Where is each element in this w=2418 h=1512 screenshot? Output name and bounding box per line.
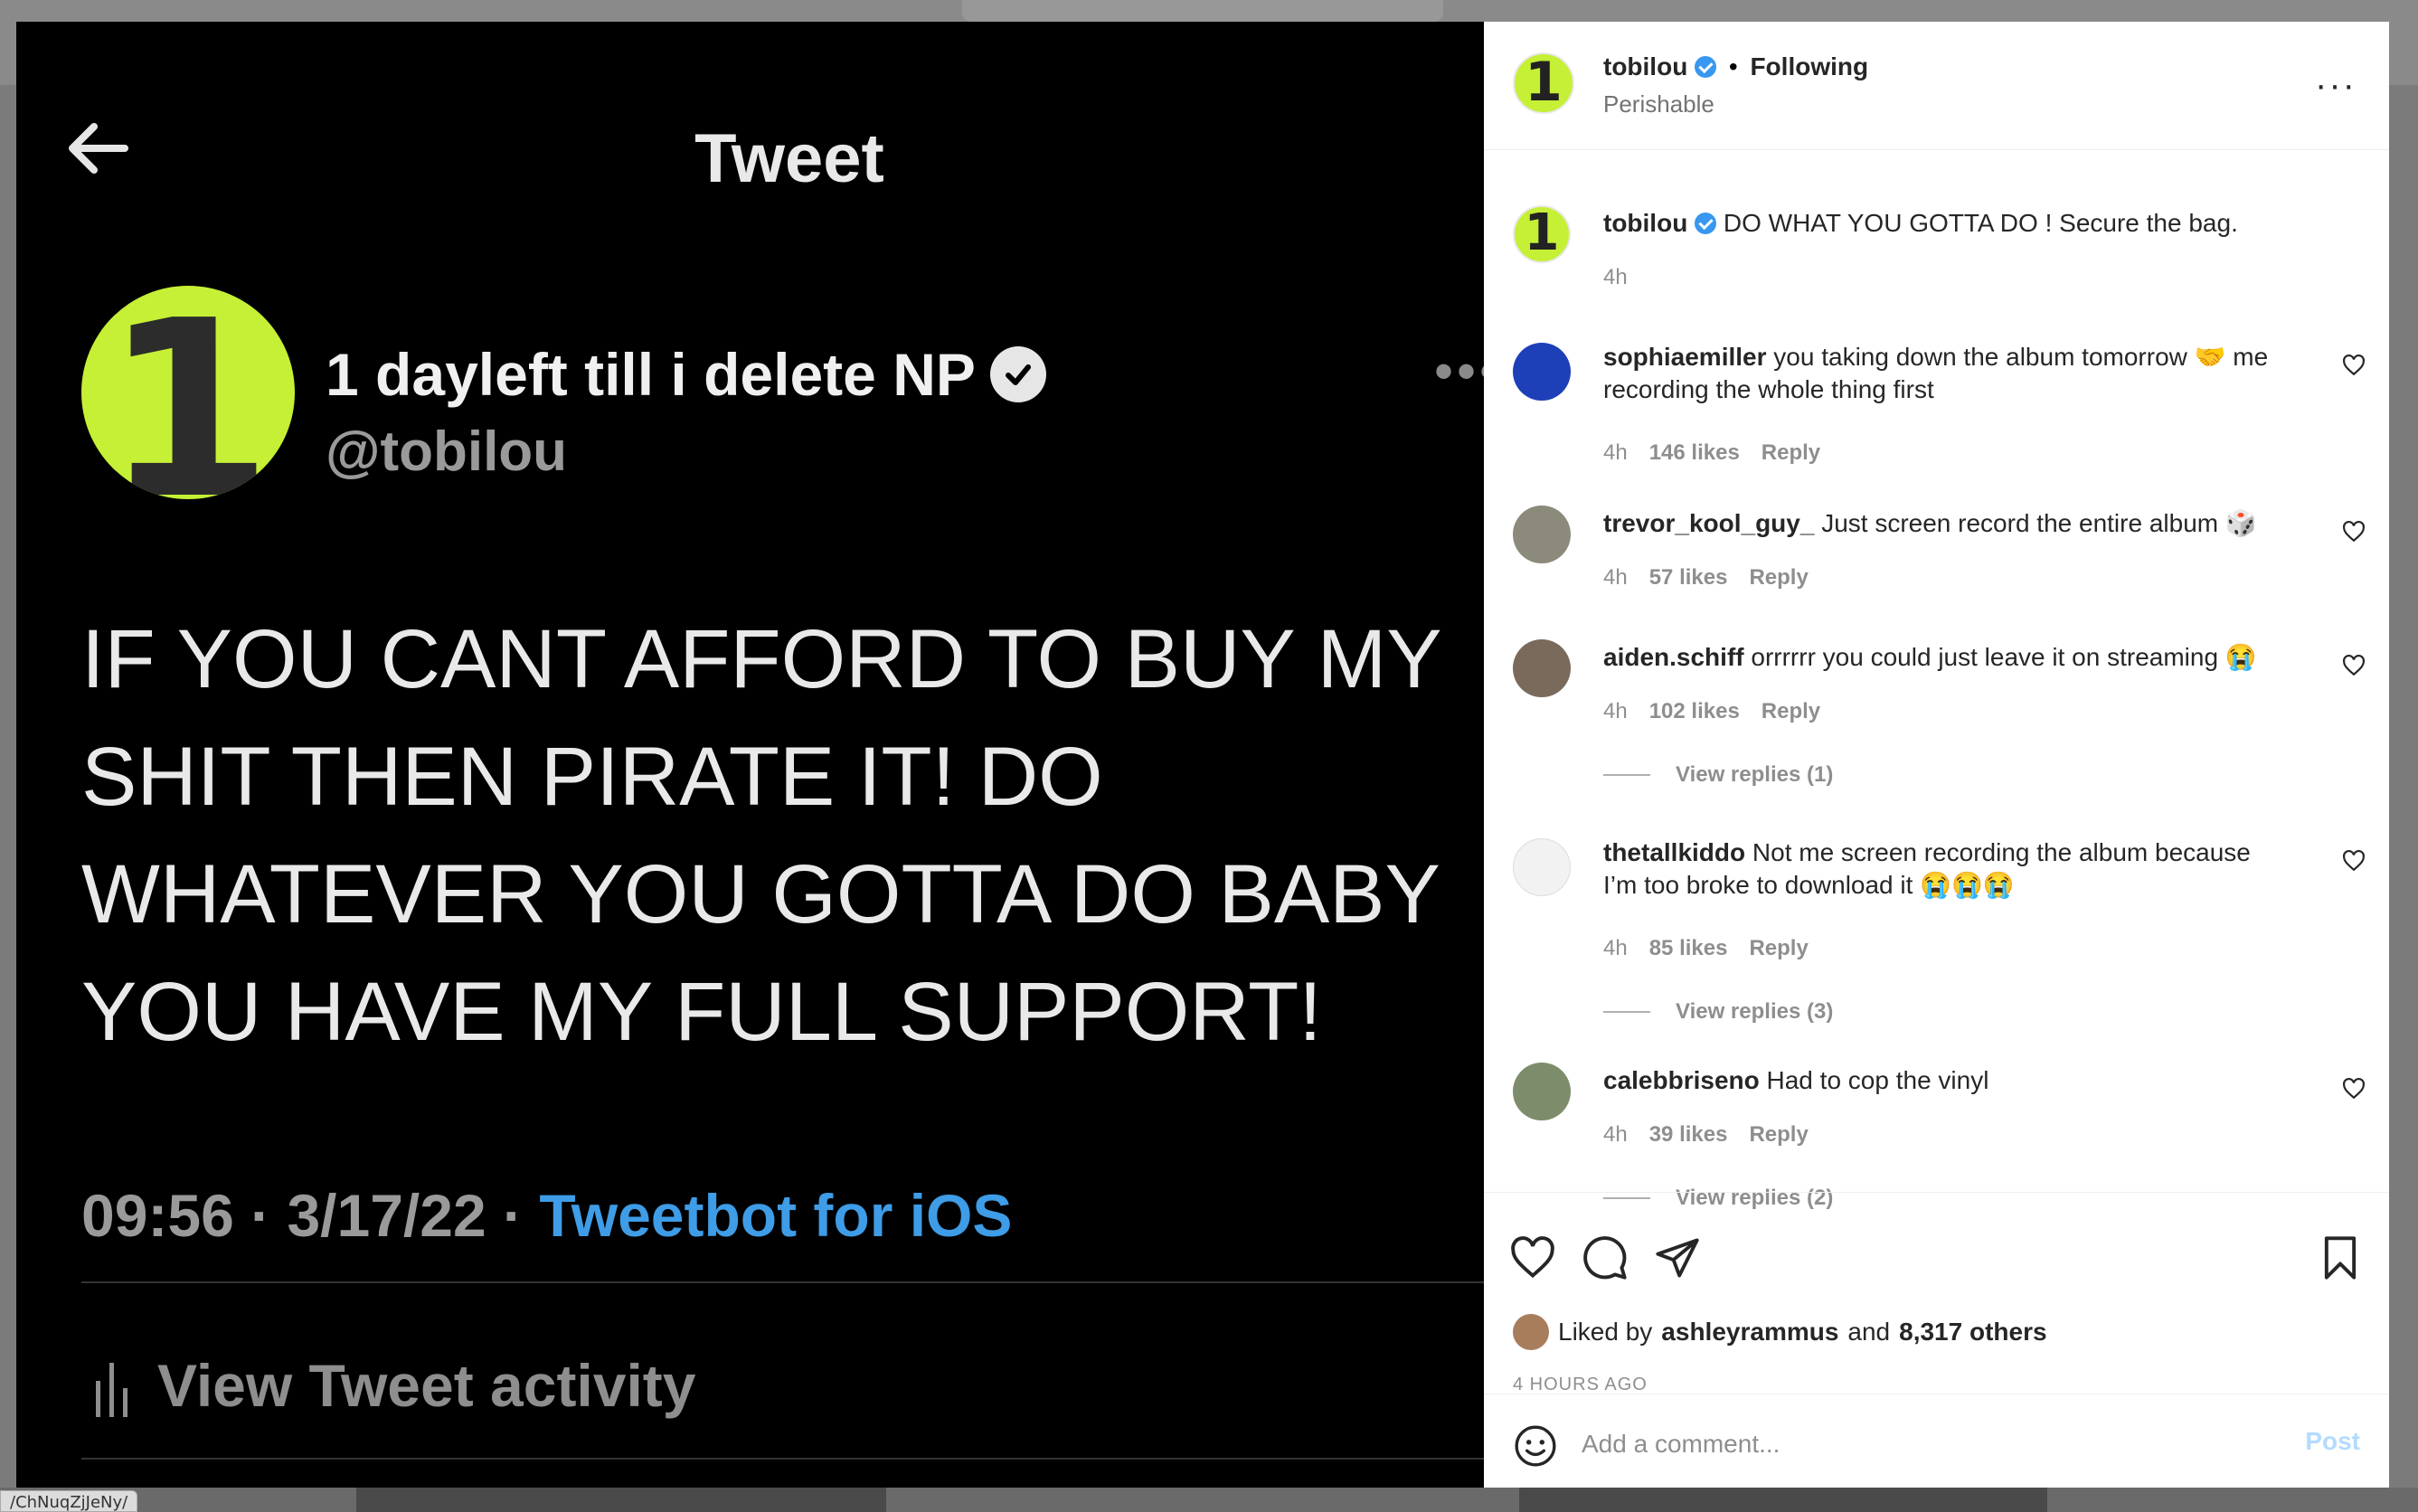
verified-check-icon bbox=[989, 346, 1046, 402]
verified-badge-icon bbox=[1695, 56, 1717, 78]
background-thumbnail bbox=[356, 1488, 886, 1512]
commenter-avatar[interactable] bbox=[1513, 1063, 1571, 1120]
comment-time: 4h bbox=[1603, 699, 1628, 723]
post-comment-button[interactable]: Post bbox=[2305, 1427, 2360, 1456]
tweet-handle: @tobilou bbox=[326, 421, 568, 483]
reply-button[interactable]: Reply bbox=[1749, 1122, 1808, 1148]
post-actions: Liked by ashleyrammus and 8,317 others 4… bbox=[1484, 1192, 2389, 1394]
background-thumbnail bbox=[1519, 1488, 2047, 1512]
status-bar-url: /ChNuqZjJeNy/ bbox=[0, 1490, 138, 1512]
background-search-bar bbox=[962, 0, 1443, 22]
comment-bubble-icon[interactable] bbox=[1582, 1234, 1629, 1281]
divider bbox=[81, 1281, 1484, 1283]
commenter-avatar[interactable] bbox=[1513, 343, 1571, 401]
tweet-more-icon: ••• bbox=[1434, 341, 1484, 402]
view-replies-button[interactable]: View replies (3) bbox=[1603, 999, 1833, 1025]
likes-summary: Liked by ashleyrammus and 8,317 others bbox=[1513, 1314, 2047, 1350]
emoji-icon[interactable] bbox=[1513, 1423, 1558, 1469]
comment-likes[interactable]: 57 likes bbox=[1649, 565, 1728, 591]
view-replies-button[interactable]: View replies (1) bbox=[1603, 762, 1833, 788]
reply-button[interactable]: Reply bbox=[1749, 936, 1808, 961]
like-comment-heart-icon[interactable] bbox=[2342, 354, 2366, 377]
comment-likes[interactable]: 102 likes bbox=[1649, 699, 1740, 724]
comment-input[interactable] bbox=[1582, 1422, 2269, 1467]
post-side-panel: 1 tobilou • Following Perishable ··· 1 t… bbox=[1484, 22, 2389, 1488]
add-comment-bar: Post bbox=[1484, 1394, 2389, 1488]
author-username[interactable]: tobilou bbox=[1603, 209, 1687, 237]
post-header: 1 tobilou • Following Perishable ··· bbox=[1484, 22, 2389, 150]
author-username[interactable]: tobilou bbox=[1603, 52, 1687, 80]
liker-avatar[interactable] bbox=[1513, 1314, 1549, 1350]
comment-time: 4h bbox=[1603, 936, 1628, 960]
commenter-username[interactable]: sophiaemiller bbox=[1603, 343, 1767, 371]
comment-time: 4h bbox=[1603, 565, 1628, 590]
commenter-username[interactable]: thetallkiddo bbox=[1603, 838, 1745, 866]
tweet-timestamp: 09:56 · 3/17/22 · Tweetbot for iOS bbox=[81, 1182, 1013, 1249]
verified-badge-icon bbox=[1695, 213, 1717, 234]
more-options-icon[interactable]: ··· bbox=[2315, 65, 2357, 106]
comment-likes[interactable]: 146 likes bbox=[1649, 440, 1740, 466]
comment-text: Had to cop the vinyl bbox=[1766, 1066, 1989, 1094]
reply-button[interactable]: Reply bbox=[1762, 440, 1820, 466]
author-avatar[interactable]: 1 bbox=[1513, 52, 1574, 114]
comment-text: orrrrrr you could just leave it on strea… bbox=[1751, 643, 2257, 671]
post-time-ago: 4 HOURS AGO bbox=[1513, 1375, 1648, 1394]
comment-likes[interactable]: 85 likes bbox=[1649, 936, 1728, 961]
commenter-avatar[interactable] bbox=[1513, 639, 1571, 697]
tweet-source: Tweetbot for iOS bbox=[539, 1182, 1013, 1249]
tweet-body: IF YOU CANT AFFORD TO BUY MY SHIT THEN P… bbox=[81, 613, 1440, 1058]
author-avatar[interactable]: 1 bbox=[1513, 205, 1571, 263]
following-button[interactable]: Following bbox=[1750, 52, 1868, 80]
comment-time: 4h bbox=[1603, 1122, 1628, 1147]
commenter-avatar[interactable] bbox=[1513, 506, 1571, 563]
reply-button[interactable]: Reply bbox=[1762, 699, 1820, 724]
share-send-icon[interactable] bbox=[1654, 1234, 1701, 1281]
commenter-username[interactable]: aiden.schiff bbox=[1603, 643, 1744, 671]
like-comment-heart-icon[interactable] bbox=[2342, 520, 2366, 543]
tweet-display-name: 1 dayleft till i delete NP bbox=[326, 340, 1046, 409]
save-bookmark-icon[interactable] bbox=[2317, 1234, 2364, 1281]
tweet-header-title: Tweet bbox=[694, 120, 884, 197]
caption-time: 4h bbox=[1603, 265, 1628, 289]
like-heart-icon[interactable] bbox=[1509, 1234, 1556, 1281]
tweet-avatar: 1 bbox=[81, 286, 295, 499]
like-comment-heart-icon[interactable] bbox=[2342, 1077, 2366, 1101]
bar-chart-icon bbox=[96, 1363, 128, 1417]
like-comment-heart-icon[interactable] bbox=[2342, 849, 2366, 873]
post-modal: Tweet 1 1 dayleft till i delete NP @tobi… bbox=[16, 22, 2389, 1488]
tweet-activity: View Tweet activity bbox=[94, 1351, 695, 1420]
comment-text: Just screen record the entire album 🎲 bbox=[1821, 509, 2257, 537]
post-media-image[interactable]: Tweet 1 1 dayleft till i delete NP @tobi… bbox=[16, 22, 1484, 1488]
post-header-line: tobilou • Following bbox=[1603, 52, 1869, 80]
commenter-username[interactable]: calebbriseno bbox=[1603, 1066, 1760, 1094]
caption-text: tobilou DO WHAT YOU GOTTA DO ! Secure th… bbox=[1603, 209, 2238, 237]
like-comment-heart-icon[interactable] bbox=[2342, 654, 2366, 677]
reply-button[interactable]: Reply bbox=[1749, 565, 1808, 591]
post-subtitle[interactable]: Perishable bbox=[1603, 90, 1714, 118]
comments-list[interactable]: 1 tobilou DO WHAT YOU GOTTA DO ! Secure … bbox=[1484, 151, 2389, 1209]
liker-username[interactable]: ashleyrammus bbox=[1661, 1318, 1838, 1347]
commenter-username[interactable]: trevor_kool_guy_ bbox=[1603, 509, 1814, 537]
comment-time: 4h bbox=[1603, 440, 1628, 465]
comment-likes[interactable]: 39 likes bbox=[1649, 1122, 1728, 1148]
likes-count[interactable]: 8,317 others bbox=[1899, 1318, 2046, 1347]
divider bbox=[81, 1458, 1484, 1460]
commenter-avatar[interactable] bbox=[1513, 838, 1571, 896]
